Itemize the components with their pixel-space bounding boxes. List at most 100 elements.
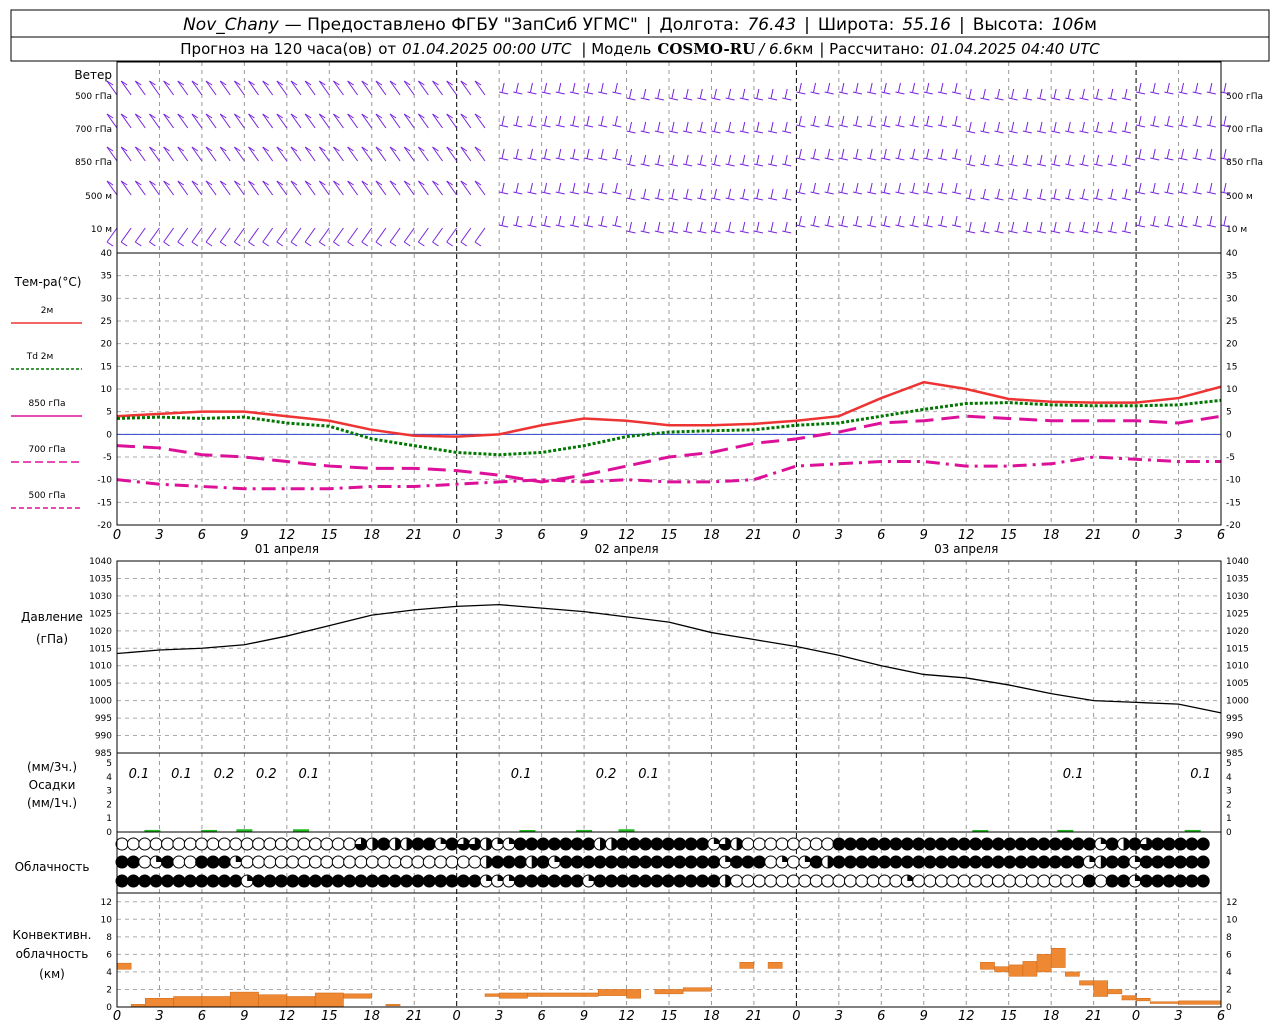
cloud-full <box>445 837 459 851</box>
cloud-icon <box>684 874 698 888</box>
cloud-icon <box>320 855 334 869</box>
wind-barb <box>513 224 523 228</box>
wind-barb <box>120 227 132 243</box>
conv-bar <box>385 1004 401 1007</box>
wind-barb <box>852 157 863 161</box>
precip-annotation: 0.2 <box>214 767 235 782</box>
cloud-full <box>855 855 869 869</box>
pres-tick-right: 995 <box>1226 714 1243 724</box>
cloud-outline <box>741 874 755 888</box>
cloud-full <box>513 874 527 888</box>
cloud-icon <box>718 874 732 888</box>
cloud-icon <box>1117 874 1131 888</box>
wind-barb-flag <box>954 215 958 226</box>
hour-label-bottom: 3 <box>835 1009 843 1024</box>
wind-barb <box>739 163 749 167</box>
cloud-outline <box>217 837 231 851</box>
wind-barb <box>1079 197 1089 201</box>
wind-barb <box>1022 230 1032 234</box>
conv-tick-right: 0 <box>1226 1003 1232 1013</box>
precip-annotation: 0.1 <box>129 767 150 782</box>
cloud-icon <box>308 837 322 851</box>
wind-barb <box>867 91 877 95</box>
wind-barb <box>1008 197 1018 201</box>
lon-label: Долгота: <box>660 15 740 35</box>
hour-label-bottom: 9 <box>240 1009 248 1024</box>
cloud-full <box>889 837 903 851</box>
cloud-outline <box>809 837 823 851</box>
cloud-full <box>536 874 550 888</box>
cloud-icon <box>1162 855 1176 869</box>
wind-barb <box>1121 163 1132 167</box>
cloud-full <box>217 874 231 888</box>
wind-barb <box>347 146 359 162</box>
temp-tick-right: -15 <box>1226 498 1241 508</box>
wind-barb-flag <box>149 241 156 247</box>
wind-barb <box>527 191 537 195</box>
cloud-icon <box>900 874 914 888</box>
cloud-full <box>639 855 653 869</box>
cloud-full <box>1139 855 1153 869</box>
conv-bar <box>498 992 528 999</box>
wind-barb <box>163 180 175 196</box>
hour-label-bottom: 18 <box>1043 1009 1060 1024</box>
cloud-icon <box>274 837 288 851</box>
wind-barb-flag <box>1039 221 1043 232</box>
wind-barb <box>711 197 721 201</box>
wind-barb-flag <box>784 221 788 232</box>
cloud-full <box>673 855 687 869</box>
cloud-icon <box>1003 874 1017 888</box>
wind-barb-flag <box>1209 115 1213 126</box>
cloud-icon <box>889 855 903 869</box>
cloud-full <box>1162 855 1176 869</box>
wind-barb <box>403 146 415 162</box>
wind-barb-flag <box>1110 88 1114 99</box>
wind-barb-flag <box>572 115 576 126</box>
wind-barb <box>782 130 792 134</box>
calc-time: 01.04.2025 04:40 UTC <box>930 40 1100 58</box>
wind-barb-flag <box>813 115 817 126</box>
wind-barb <box>838 124 848 128</box>
cloud-full <box>912 837 926 851</box>
conv-unit: (км) <box>39 967 65 981</box>
temperature-legend: 2м Td 2м 850 гПа 700 гПа 500 гПа <box>11 306 82 509</box>
wind-barb <box>994 163 1004 167</box>
cloud-full <box>889 855 903 869</box>
wind-barb-flag <box>798 148 802 159</box>
wind-barb <box>640 130 650 134</box>
cloud-icon <box>923 837 937 851</box>
wind-barb-flag <box>1138 115 1142 126</box>
cloud-icon <box>969 874 983 888</box>
wind-barb <box>824 191 834 195</box>
cloud-outline <box>1094 874 1108 888</box>
wind-barb-flag <box>1209 182 1213 193</box>
cloud-icon <box>149 855 163 869</box>
wind-barb-flag <box>713 121 717 132</box>
model-label: | Модель <box>581 40 651 58</box>
wind-barb <box>499 157 509 161</box>
convective-cloud-panel: Конвективн. облачность (км) 12 12 10 10 8 8 6 6… <box>13 898 1238 1013</box>
cloud-icon <box>331 837 345 851</box>
cloud-full <box>388 874 402 888</box>
hour-label: 6 <box>877 528 885 543</box>
cloud-full <box>206 874 220 888</box>
wind-barb-flag <box>1011 154 1015 165</box>
wind-barb <box>867 157 877 161</box>
cloud-icon <box>172 837 186 851</box>
conv-tick-left: 6 <box>106 950 112 960</box>
wind-barb-flag <box>558 215 562 226</box>
wind-barb <box>318 180 330 196</box>
wind-barb <box>1107 97 1117 101</box>
wind-barb <box>1093 97 1103 101</box>
wind-barb-flag <box>657 154 661 165</box>
cloud-full <box>1014 837 1028 851</box>
cloud-icon <box>547 855 561 869</box>
wind-barb <box>1164 191 1174 195</box>
cloud-icon <box>308 855 322 869</box>
wind-barb-flag <box>982 188 986 199</box>
wind-barb-flag <box>954 115 958 126</box>
wind-barb <box>753 97 764 101</box>
wind-barb-flag <box>629 188 633 199</box>
cloud-icon <box>536 837 550 851</box>
wind-barb-flag <box>1110 121 1114 132</box>
